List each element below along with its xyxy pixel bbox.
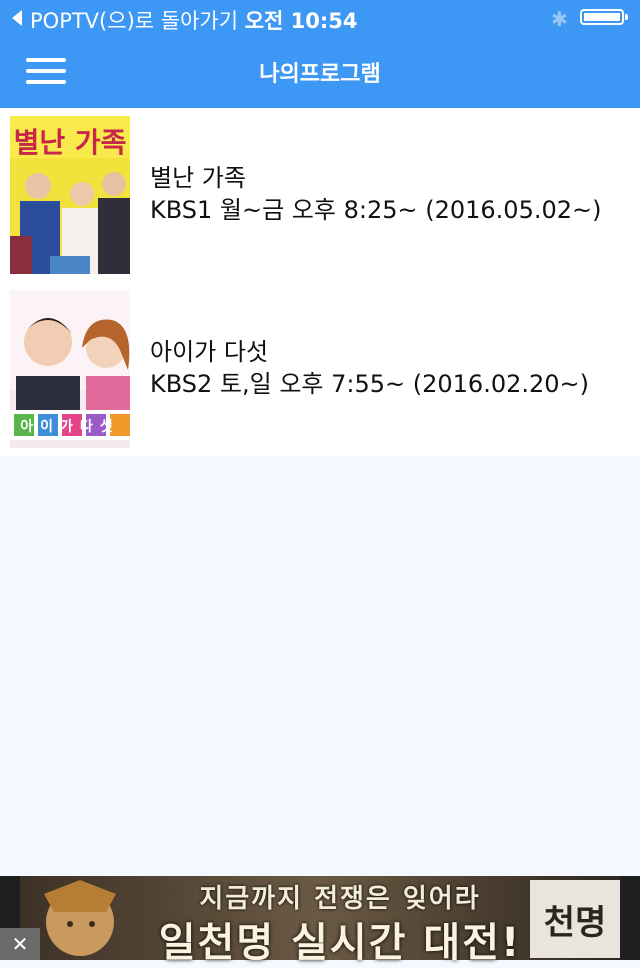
- app-header: POPTV(으)로 돌아가기 오전 10:54 ✱ 나의프로그램: [0, 0, 640, 108]
- program-info: 별난 가족 KBS1 월~금 오후 8:25~ (2016.05.02~): [150, 162, 601, 226]
- poster-title-text: 별난 가족: [14, 126, 127, 159]
- page-title: 나의프로그램: [259, 62, 381, 87]
- battery-tip: [625, 14, 628, 20]
- back-arrow-icon[interactable]: [12, 10, 22, 26]
- battery-icon: [580, 9, 624, 25]
- program-title: 별난 가족: [150, 164, 246, 192]
- program-row-2[interactable]: 아이가다섯 아이가 다섯 KBS2 토,일 오후 7:55~ (2016.02.…: [0, 282, 640, 456]
- poster-title-text: 아이가다섯: [20, 418, 119, 435]
- back-to-app-link[interactable]: POPTV(으)로 돌아가기 오전 10:54: [30, 5, 358, 35]
- back-app-label[interactable]: POPTV(으)로 돌아가기: [30, 9, 238, 33]
- ad-subheadline: 일천명 실시간 대전!: [158, 920, 522, 966]
- program-info: 아이가 다섯 KBS2 토,일 오후 7:55~ (2016.02.20~): [150, 336, 589, 400]
- program-schedule: KBS1 월~금 오후 8:25~ (2016.05.02~): [150, 196, 602, 224]
- close-icon[interactable]: ✕: [0, 928, 40, 960]
- program-title: 아이가 다섯: [150, 338, 269, 366]
- program-poster[interactable]: 별난 가족: [10, 116, 130, 274]
- program-list: 별난 가족 별난 가족 KBS1 월~금 오후 8:25~ (2016.05.0…: [0, 108, 640, 456]
- ad-logo: 천명: [544, 903, 607, 943]
- program-poster[interactable]: 아이가다섯: [10, 290, 130, 448]
- battery-level: [584, 13, 620, 21]
- status-time: 오전 10:54: [244, 9, 358, 33]
- status-bar: POPTV(으)로 돌아가기 오전 10:54 ✱: [0, 0, 640, 36]
- program-row-1[interactable]: 별난 가족 별난 가족 KBS1 월~금 오후 8:25~ (2016.05.0…: [0, 108, 640, 282]
- bluetooth-icon: ✱: [551, 7, 568, 31]
- program-schedule: KBS2 토,일 오후 7:55~ (2016.02.20~): [150, 370, 590, 398]
